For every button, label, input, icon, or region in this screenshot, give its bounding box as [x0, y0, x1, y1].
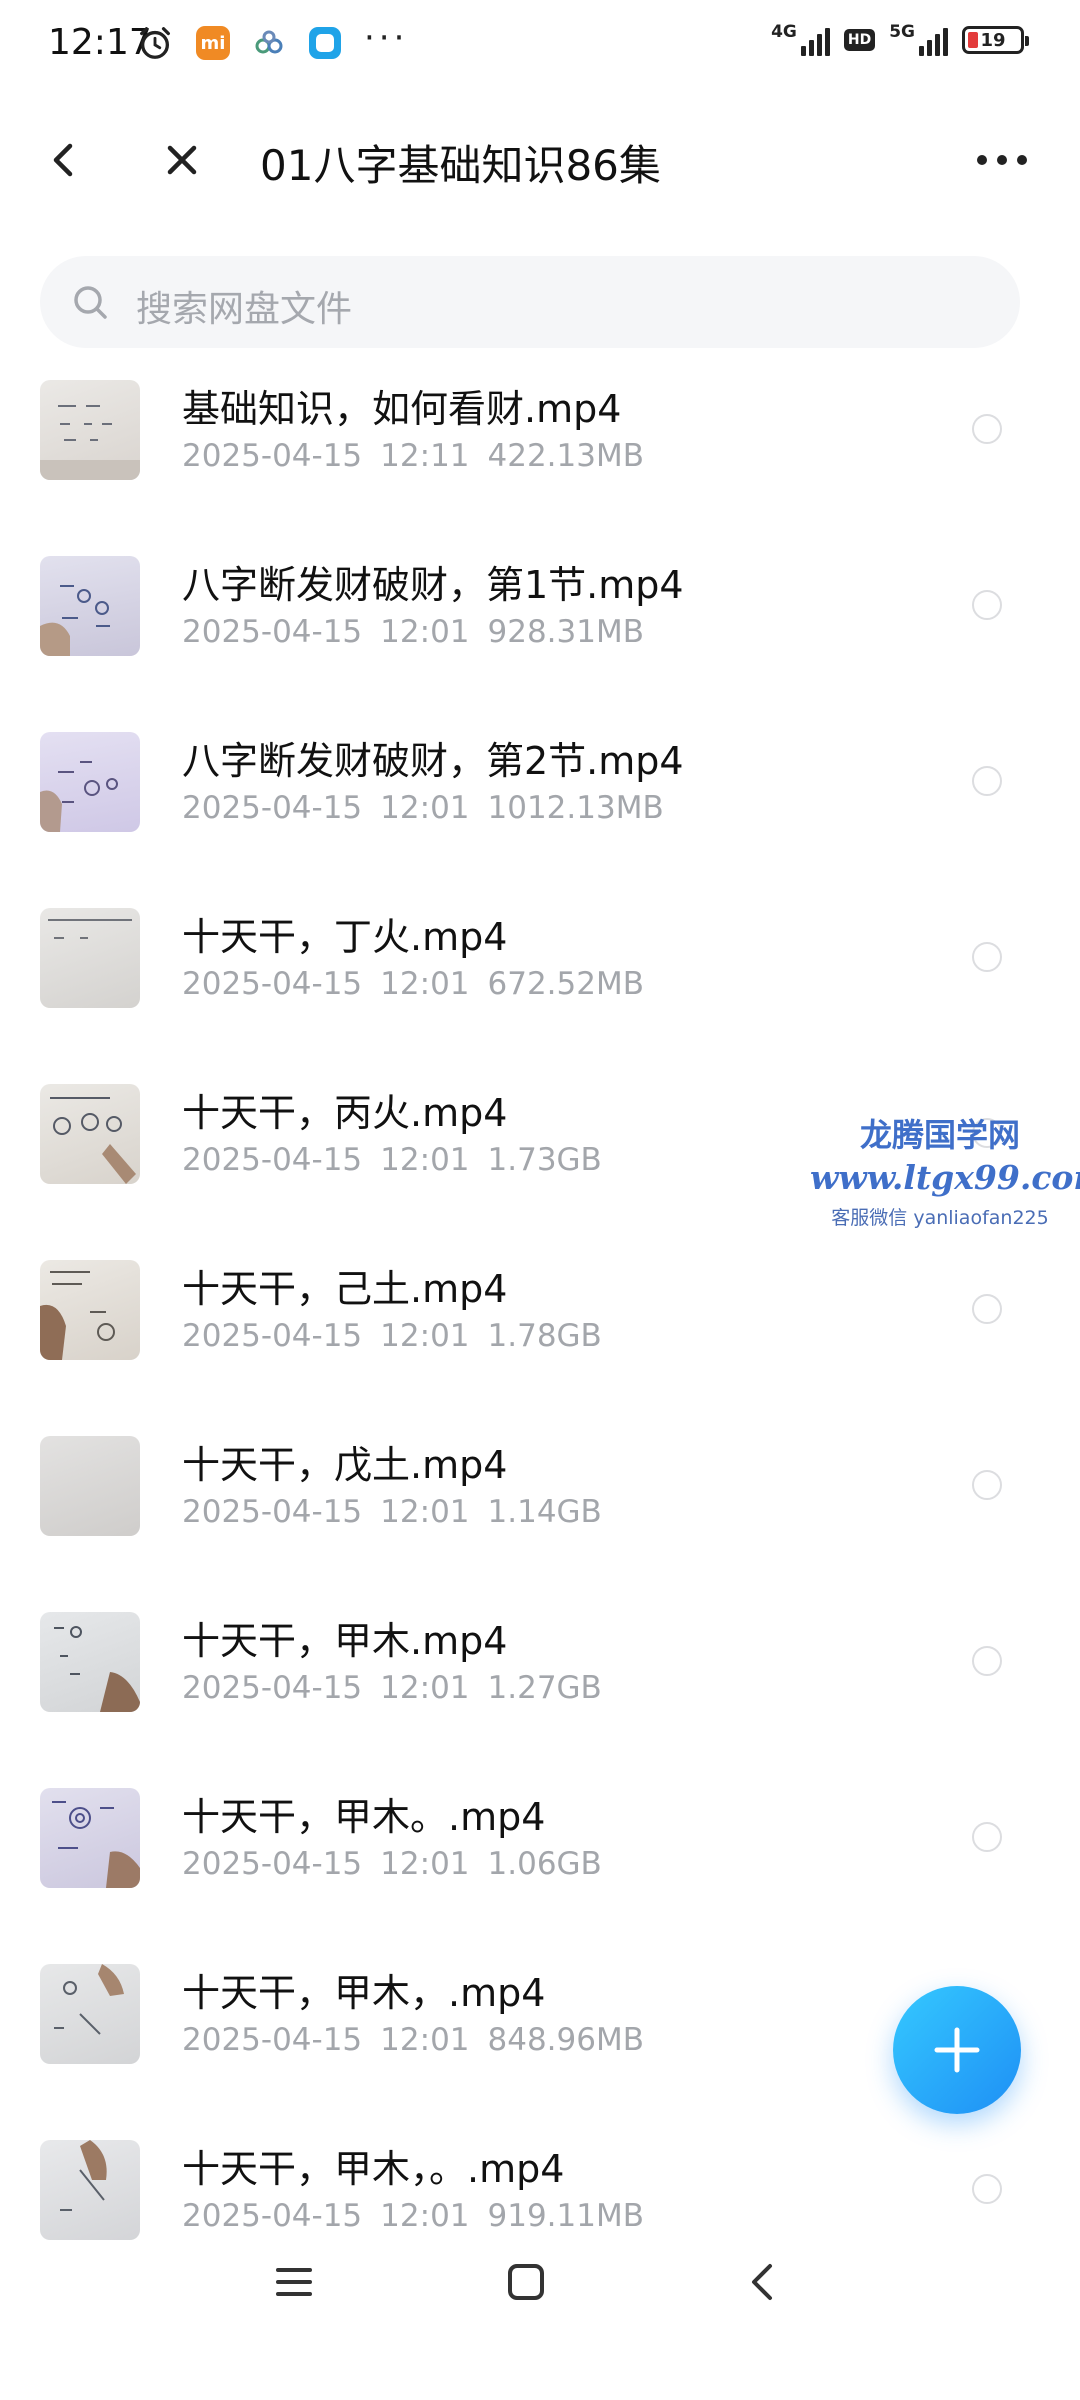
search-placeholder: 搜索网盘文件 — [136, 289, 353, 330]
battery-level: 19 — [980, 29, 1006, 51]
video-thumbnail — [40, 1084, 140, 1184]
file-meta: 2025-04-15 12:01 1.06GB — [182, 1846, 602, 1882]
search-icon — [74, 286, 107, 319]
file-row[interactable]: 八字断发财破财，第2节.mp4 2025-04-15 12:01 1012.13MB — [0, 722, 1080, 898]
file-row[interactable]: 十天干，甲木.mp4 2025-04-15 12:01 1.27GB — [0, 1602, 1080, 1778]
signal-4g: 4G — [771, 24, 830, 56]
file-meta: 2025-04-15 12:01 1.14GB — [182, 1494, 602, 1530]
page-title: 01八字基础知识86集 — [260, 141, 661, 190]
battery-icon: 19 — [962, 26, 1029, 54]
select-checkbox[interactable] — [972, 1470, 1002, 1500]
alarm-icon — [140, 27, 170, 59]
file-meta: 2025-04-15 12:01 672.52MB — [182, 966, 644, 1002]
file-name: 十天干，甲木，。.mp4 — [182, 2147, 565, 2191]
file-name: 十天干，甲木。.mp4 — [182, 1795, 546, 1839]
video-thumbnail — [40, 732, 140, 832]
video-thumbnail — [40, 556, 140, 656]
video-thumbnail — [40, 1612, 140, 1712]
file-name: 八字断发财破财，第2节.mp4 — [182, 739, 684, 783]
file-name: 十天干，戊土.mp4 — [182, 1443, 508, 1487]
status-notification-icons: mi ··· — [136, 18, 408, 62]
file-row[interactable]: 十天干，甲木。.mp4 2025-04-15 12:01 1.06GB — [0, 1778, 1080, 1954]
select-checkbox[interactable] — [972, 1294, 1002, 1324]
file-meta: 2025-04-15 12:01 1.73GB — [182, 1142, 602, 1178]
status-bar: 12:17 mi ··· 4G HD 5G 19 — [0, 0, 1080, 96]
signal-bars-icon — [919, 24, 948, 56]
signal-bars-icon — [800, 24, 830, 56]
video-thumbnail — [40, 2140, 140, 2240]
chevron-left-icon[interactable] — [40, 136, 88, 184]
select-checkbox[interactable] — [972, 1118, 1002, 1148]
select-checkbox[interactable] — [972, 766, 1002, 796]
file-name: 十天干，丙火.mp4 — [182, 1091, 508, 1135]
network-5g-label: 5G — [889, 22, 915, 42]
file-name: 十天干，丁火.mp4 — [182, 915, 508, 959]
file-row[interactable]: 基础知识，如何看财.mp4 2025-04-15 12:11 422.13MB — [0, 370, 1080, 546]
select-checkbox[interactable] — [972, 1646, 1002, 1676]
more-notifications-icon: ··· — [364, 18, 409, 58]
select-checkbox[interactable] — [972, 2174, 1002, 2204]
file-meta: 2025-04-15 12:01 848.96MB — [182, 2022, 644, 2058]
screen: 12:17 mi ··· 4G HD 5G 19 01八字基础知识86集 搜索网… — [0, 0, 1080, 2400]
file-meta: 2025-04-15 12:01 919.11MB — [182, 2198, 644, 2234]
hd-icon: HD — [843, 29, 876, 51]
file-row[interactable]: 十天干，戊土.mp4 2025-04-15 12:01 1.14GB — [0, 1426, 1080, 1602]
file-meta: 2025-04-15 12:01 1.27GB — [182, 1670, 602, 1706]
file-name: 十天干，甲木，.mp4 — [182, 1971, 546, 2015]
video-thumbnail — [40, 1436, 140, 1536]
select-checkbox[interactable] — [972, 942, 1002, 972]
file-meta: 2025-04-15 12:01 1012.13MB — [182, 790, 664, 826]
video-thumbnail — [40, 380, 140, 480]
system-navigation-bar — [0, 2230, 1080, 2340]
close-icon[interactable] — [158, 136, 206, 184]
file-name: 十天干，己土.mp4 — [182, 1267, 508, 1311]
file-row[interactable]: 八字断发财破财，第1节.mp4 2025-04-15 12:01 928.31MB — [0, 546, 1080, 722]
video-thumbnail — [40, 1964, 140, 2064]
select-checkbox[interactable] — [972, 1822, 1002, 1852]
more-horizontal-icon[interactable] — [972, 136, 1032, 184]
video-thumbnail — [40, 908, 140, 1008]
video-thumbnail — [40, 1788, 140, 1888]
file-meta: 2025-04-15 12:01 928.31MB — [182, 614, 644, 650]
file-meta: 2025-04-15 12:11 422.13MB — [182, 438, 644, 474]
select-checkbox[interactable] — [972, 414, 1002, 444]
file-meta: 2025-04-15 12:01 1.78GB — [182, 1318, 602, 1354]
plus-icon — [934, 2027, 980, 2073]
file-name: 十天干，甲木.mp4 — [182, 1619, 508, 1663]
back-triangle-icon[interactable] — [740, 2260, 784, 2304]
file-row[interactable]: 十天干，丙火.mp4 2025-04-15 12:01 1.73GB — [0, 1074, 1080, 1250]
home-square-icon[interactable] — [504, 2260, 548, 2304]
add-file-button[interactable] — [893, 1986, 1021, 2114]
file-row[interactable]: 十天干，己土.mp4 2025-04-15 12:01 1.78GB — [0, 1250, 1080, 1426]
top-app-bar: 01八字基础知识86集 — [0, 110, 1080, 210]
file-name: 八字断发财破财，第1节.mp4 — [182, 563, 684, 607]
mi-app-icon: mi — [196, 26, 230, 60]
network-4g-label: 4G — [771, 22, 797, 42]
file-name: 基础知识，如何看财.mp4 — [182, 387, 622, 431]
select-checkbox[interactable] — [972, 590, 1002, 620]
message-app-icon — [309, 27, 341, 59]
file-row[interactable]: 十天干，丁火.mp4 2025-04-15 12:01 672.52MB — [0, 898, 1080, 1074]
signal-5g: 5G — [889, 24, 948, 56]
menu-icon[interactable] — [272, 2260, 316, 2304]
search-input[interactable]: 搜索网盘文件 — [40, 256, 1020, 348]
status-system-icons: 4G HD 5G 19 — [771, 24, 1029, 56]
video-thumbnail — [40, 1260, 140, 1360]
link-app-icon — [255, 30, 283, 54]
